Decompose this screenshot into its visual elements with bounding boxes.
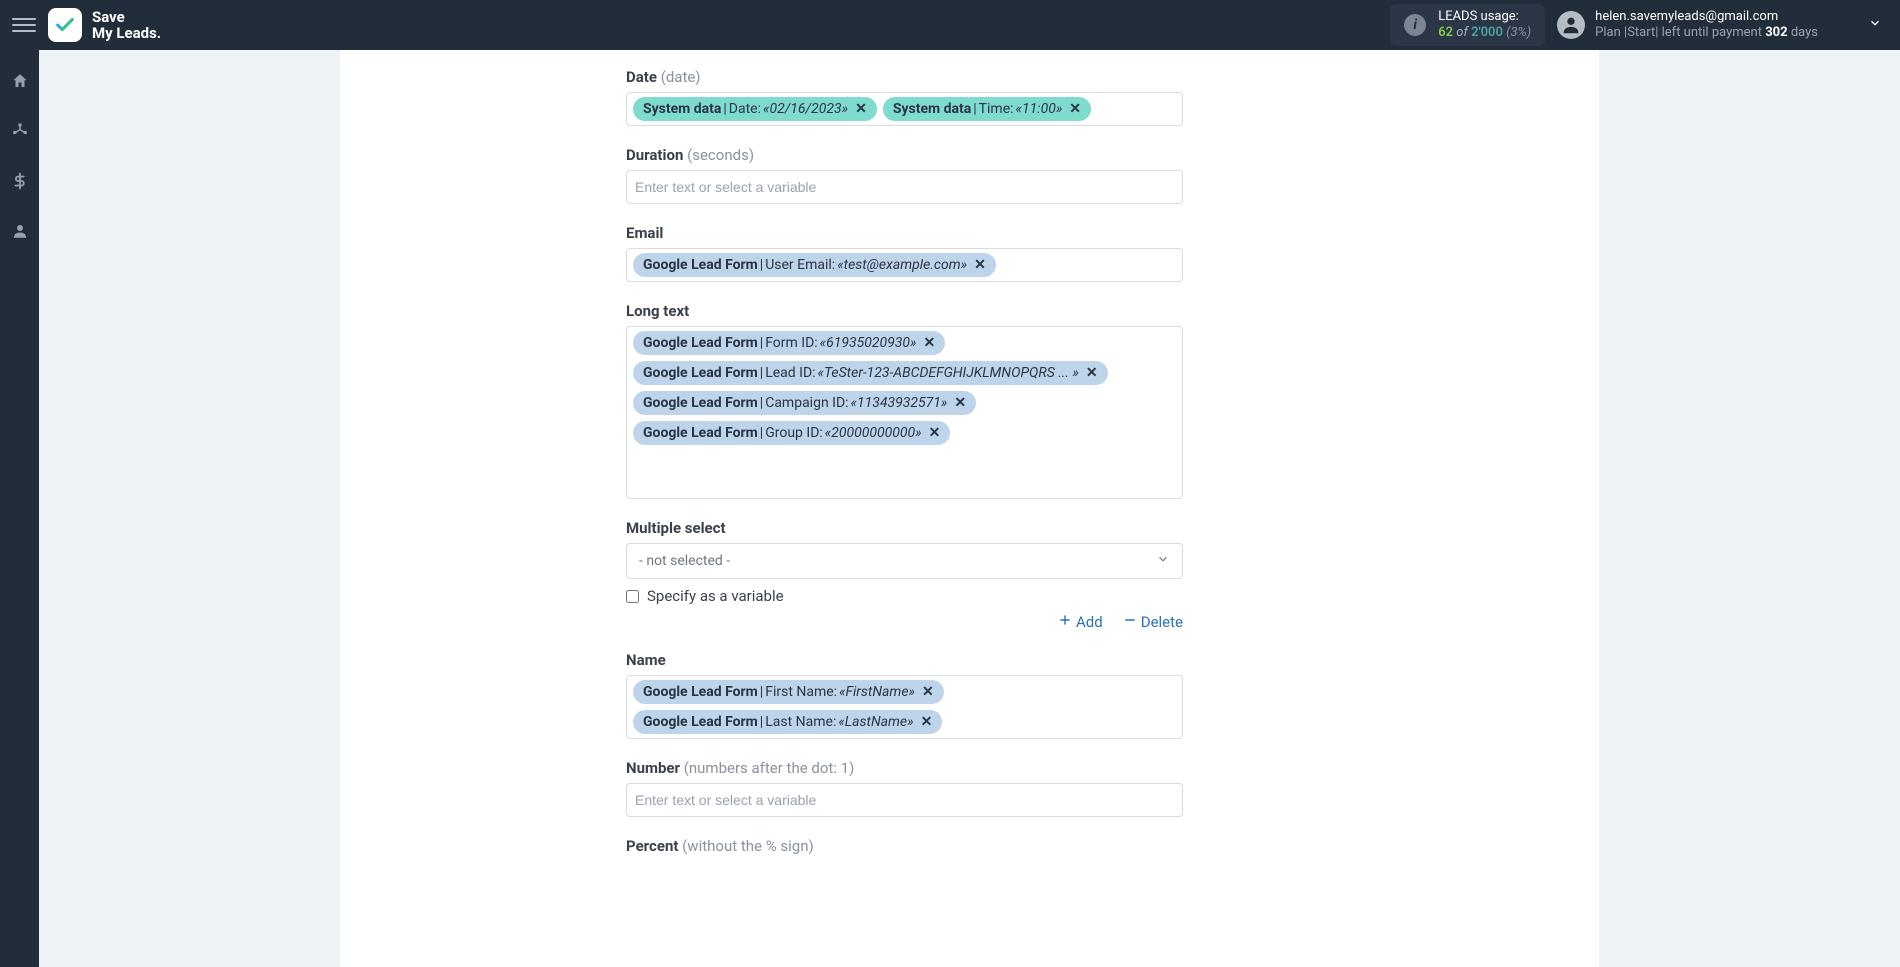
- variable-tag[interactable]: Google Lead Form | Lead ID: «TeSter-123-…: [633, 361, 1108, 385]
- brand-name: Save My Leads.: [92, 9, 161, 41]
- chevron-down-icon: [1156, 552, 1170, 570]
- sidebar-item-home[interactable]: [0, 68, 39, 94]
- leads-usage-box[interactable]: i LEADS usage: 62 of 2'000 (3%): [1390, 4, 1545, 46]
- number-input[interactable]: [626, 783, 1183, 817]
- content-area: Date (date) System data | Date: «02/16/2…: [39, 50, 1900, 967]
- brand-logo[interactable]: Save My Leads.: [48, 8, 161, 42]
- plus-icon: [1058, 613, 1072, 631]
- long-text-input[interactable]: Google Lead Form | Form ID: «61935020930…: [626, 326, 1183, 499]
- add-button[interactable]: Add: [1058, 613, 1103, 631]
- specify-as-variable-label: Specify as a variable: [647, 587, 784, 605]
- top-bar: Save My Leads. i LEADS usage: 62 of 2'00…: [0, 0, 1900, 50]
- variable-tag[interactable]: Google Lead Form | Form ID: «61935020930…: [633, 331, 945, 355]
- minus-icon: [1123, 613, 1137, 631]
- field-number: Number (numbers after the dot: 1): [626, 759, 1183, 817]
- account-info: helen.savemyleads@gmail.com Plan |Start|…: [1595, 9, 1818, 41]
- remove-tag-icon[interactable]: ✕: [923, 334, 935, 352]
- variable-tag[interactable]: System data | Date: «02/16/2023» ✕: [633, 97, 877, 121]
- multiple-select-dropdown[interactable]: - not selected -: [626, 543, 1183, 579]
- remove-tag-icon[interactable]: ✕: [1069, 100, 1081, 118]
- variable-tag[interactable]: Google Lead Form | Campaign ID: «1134393…: [633, 391, 976, 415]
- remove-tag-icon[interactable]: ✕: [954, 394, 966, 412]
- remove-tag-icon[interactable]: ✕: [855, 100, 867, 118]
- specify-as-variable-checkbox[interactable]: [626, 590, 639, 603]
- variable-tag[interactable]: Google Lead Form | User Email: «test@exa…: [633, 253, 996, 277]
- sidebar: [0, 50, 39, 967]
- field-name: Name Google Lead Form | First Name: «Fir…: [626, 651, 1183, 739]
- remove-tag-icon[interactable]: ✕: [922, 683, 934, 701]
- remove-tag-icon[interactable]: ✕: [974, 256, 986, 274]
- variable-tag[interactable]: Google Lead Form | First Name: «FirstNam…: [633, 680, 944, 704]
- delete-button[interactable]: Delete: [1123, 613, 1183, 631]
- duration-input[interactable]: [626, 170, 1183, 204]
- form-card: Date (date) System data | Date: «02/16/2…: [340, 50, 1599, 967]
- info-icon: i: [1404, 14, 1426, 36]
- variable-tag[interactable]: Google Lead Form | Group ID: «2000000000…: [633, 421, 950, 445]
- leads-usage-text: LEADS usage: 62 of 2'000 (3%): [1438, 9, 1531, 41]
- date-input[interactable]: System data | Date: «02/16/2023» ✕ Syste…: [626, 92, 1183, 126]
- account-menu-button[interactable]: helen.savemyleads@gmail.com Plan |Start|…: [1557, 9, 1882, 41]
- sidebar-item-billing[interactable]: [0, 168, 39, 194]
- field-multiple-select: Multiple select - not selected - Specify…: [626, 519, 1183, 631]
- logo-icon: [48, 8, 82, 42]
- duration-text-input[interactable]: [633, 175, 1176, 199]
- remove-tag-icon[interactable]: ✕: [921, 713, 933, 731]
- sidebar-item-connections[interactable]: [0, 118, 39, 144]
- variable-tag[interactable]: Google Lead Form | Last Name: «LastName»…: [633, 710, 942, 734]
- remove-tag-icon[interactable]: ✕: [1086, 364, 1098, 382]
- account-email: helen.savemyleads@gmail.com: [1595, 9, 1818, 25]
- field-percent: Percent (without the % sign): [626, 837, 1183, 855]
- remove-tag-icon[interactable]: ✕: [929, 424, 941, 442]
- chevron-down-icon: [1868, 16, 1882, 34]
- field-duration: Duration (seconds): [626, 146, 1183, 204]
- menu-toggle-button[interactable]: [12, 13, 36, 37]
- field-date: Date (date) System data | Date: «02/16/2…: [626, 68, 1183, 126]
- avatar-icon: [1557, 11, 1585, 39]
- field-email: Email Google Lead Form | User Email: «te…: [626, 224, 1183, 282]
- email-input[interactable]: Google Lead Form | User Email: «test@exa…: [626, 248, 1183, 282]
- sidebar-item-profile[interactable]: [0, 218, 39, 244]
- name-input[interactable]: Google Lead Form | First Name: «FirstNam…: [626, 675, 1183, 739]
- variable-tag[interactable]: System data | Time: «11:00» ✕: [883, 97, 1091, 121]
- number-text-input[interactable]: [633, 788, 1176, 812]
- field-long-text: Long text Google Lead Form | Form ID: «6…: [626, 302, 1183, 499]
